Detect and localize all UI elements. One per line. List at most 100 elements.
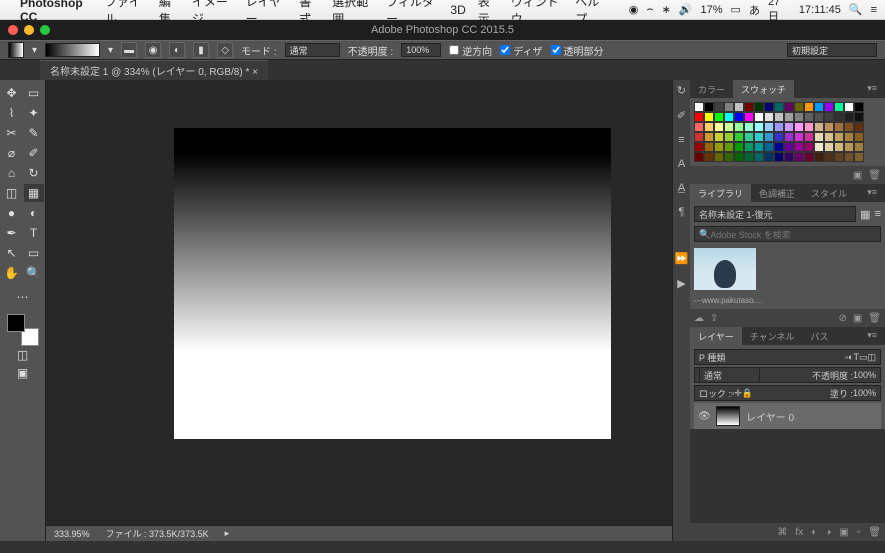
swatch[interactable]: [834, 142, 844, 152]
swatch[interactable]: [854, 112, 864, 122]
wand-tool[interactable]: ✦: [24, 104, 44, 122]
list-view-icon[interactable]: ≡: [875, 208, 881, 220]
tab-paths[interactable]: パス: [802, 327, 836, 345]
swatch[interactable]: [824, 122, 834, 132]
swatch[interactable]: [734, 112, 744, 122]
tab-layers[interactable]: レイヤー: [690, 327, 742, 345]
swatch[interactable]: [784, 132, 794, 142]
document-canvas[interactable]: [174, 128, 611, 439]
swatch[interactable]: [734, 102, 744, 112]
tab-swatches[interactable]: スウォッチ: [733, 80, 794, 98]
chevron-down-icon[interactable]: ▾: [108, 45, 113, 56]
swatch[interactable]: [824, 142, 834, 152]
diamond-gradient-button[interactable]: ◇: [217, 42, 233, 58]
swatch[interactable]: [784, 112, 794, 122]
type-tool[interactable]: T: [24, 224, 44, 242]
swatch[interactable]: [714, 132, 724, 142]
swatch[interactable]: [834, 132, 844, 142]
fill-value[interactable]: 100%: [853, 388, 876, 398]
marquee-tool[interactable]: ▭: [24, 84, 44, 102]
hand-tool[interactable]: ✋: [2, 264, 22, 282]
swatch[interactable]: [774, 122, 784, 132]
swatch[interactable]: [824, 152, 834, 162]
layer-name[interactable]: レイヤー 0: [746, 409, 794, 424]
swatch[interactable]: [774, 132, 784, 142]
play-icon[interactable]: ▶: [677, 277, 685, 290]
eraser-tool[interactable]: ◫: [2, 184, 22, 202]
dither-checkbox[interactable]: ディザ: [500, 43, 542, 58]
brush-tool[interactable]: ✐: [24, 144, 44, 162]
brush-panel-icon[interactable]: ✐: [677, 109, 686, 122]
path-tool[interactable]: ↖: [2, 244, 22, 262]
swatch[interactable]: [844, 112, 854, 122]
swatch[interactable]: [794, 142, 804, 152]
grid-view-icon[interactable]: ▦: [860, 208, 870, 221]
library-search-input[interactable]: 🔍 Adobe Stock を検索: [694, 226, 881, 242]
layer-fx-icon[interactable]: fx: [795, 527, 803, 538]
filter-smart-icon[interactable]: ◫: [867, 352, 876, 363]
glyphs-panel-icon[interactable]: A̲: [678, 182, 685, 194]
bluetooth-icon[interactable]: ∗: [662, 3, 671, 16]
swatch[interactable]: [814, 142, 824, 152]
delete-layer-icon[interactable]: 🗑: [868, 527, 881, 538]
close-window-button[interactable]: [8, 25, 18, 35]
linear-gradient-button[interactable]: ▬: [121, 42, 137, 58]
swatch[interactable]: [734, 142, 744, 152]
swatch[interactable]: [834, 112, 844, 122]
character-panel-icon[interactable]: A: [678, 158, 685, 170]
battery-percent[interactable]: 17%: [701, 4, 723, 16]
swatch[interactable]: [764, 152, 774, 162]
gradient-tool[interactable]: ▦: [24, 184, 44, 202]
new-item-icon[interactable]: ▣: [853, 313, 862, 324]
tab-channels[interactable]: チャンネル: [742, 327, 803, 345]
swatch[interactable]: [754, 132, 764, 142]
foreground-background-colors[interactable]: [7, 314, 39, 346]
close-tab-icon[interactable]: ×: [252, 67, 258, 78]
swatch[interactable]: [774, 112, 784, 122]
swatch[interactable]: [704, 132, 714, 142]
swatch[interactable]: [804, 112, 814, 122]
layer-item[interactable]: 👁 レイヤー 0: [694, 403, 881, 429]
chevron-right-icon[interactable]: ▸: [225, 528, 230, 539]
swatch[interactable]: [744, 132, 754, 142]
swatch[interactable]: [744, 122, 754, 132]
swatch[interactable]: [814, 152, 824, 162]
cc-icon[interactable]: ◉: [629, 3, 639, 16]
swatch[interactable]: [814, 112, 824, 122]
edit-toolbar-button[interactable]: ⋯: [13, 288, 33, 306]
time[interactable]: 17:11:45: [799, 4, 841, 16]
tab-library[interactable]: ライブラリ: [690, 184, 751, 202]
swatch[interactable]: [694, 122, 704, 132]
panel-menu-icon[interactable]: ▾≡: [859, 80, 885, 98]
swatch[interactable]: [774, 102, 784, 112]
zoom-level[interactable]: 333.95%: [54, 529, 90, 539]
visibility-icon[interactable]: 👁: [698, 411, 710, 422]
swatch[interactable]: [854, 152, 864, 162]
swatch[interactable]: [854, 142, 864, 152]
swatch[interactable]: [804, 122, 814, 132]
swatch[interactable]: [764, 142, 774, 152]
swatch[interactable]: [694, 102, 704, 112]
swatch[interactable]: [824, 112, 834, 122]
wifi-icon[interactable]: ⌢: [646, 3, 653, 16]
swatch[interactable]: [814, 102, 824, 112]
radial-gradient-button[interactable]: ◉: [145, 42, 161, 58]
tab-styles[interactable]: スタイル: [803, 184, 855, 202]
opacity-input[interactable]: 100%: [401, 43, 441, 57]
healing-tool[interactable]: ⌀: [2, 144, 22, 162]
swatch[interactable]: [724, 132, 734, 142]
swatch[interactable]: [754, 122, 764, 132]
dodge-tool[interactable]: ◐: [24, 204, 44, 222]
swatch[interactable]: [764, 132, 774, 142]
new-swatch-icon[interactable]: ▣: [853, 170, 862, 181]
swatch[interactable]: [794, 122, 804, 132]
swatch[interactable]: [784, 142, 794, 152]
angle-gradient-button[interactable]: ◐: [169, 42, 185, 58]
swatch[interactable]: [714, 112, 724, 122]
swatch[interactable]: [714, 122, 724, 132]
new-layer-icon[interactable]: ▫: [857, 527, 861, 538]
swatch[interactable]: [764, 122, 774, 132]
swatch[interactable]: [814, 132, 824, 142]
swatch[interactable]: [754, 142, 764, 152]
link-layers-icon[interactable]: ⌘: [777, 527, 787, 538]
